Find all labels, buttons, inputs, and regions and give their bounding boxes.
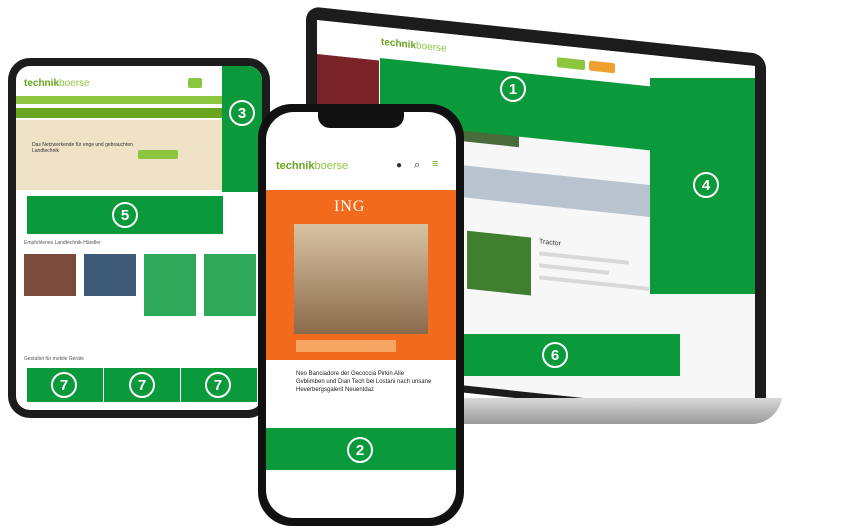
highlight-area-3: [222, 66, 262, 192]
tablet-promo-card[interactable]: [144, 254, 196, 316]
laptop-listing-title[interactable]: Tractor: [539, 238, 561, 247]
marker-7c: 7: [205, 372, 231, 398]
tablet-section-title: Empfohlenes Landtechnik-Händler: [24, 240, 101, 246]
tablet-card-image[interactable]: [24, 254, 76, 296]
laptop-login-button[interactable]: [557, 57, 585, 71]
tablet-banner-button[interactable]: [138, 150, 178, 159]
phone-ad-cta[interactable]: [296, 340, 396, 352]
marker-3: 3: [229, 100, 255, 126]
tablet-promo-card[interactable]: [204, 254, 256, 316]
highlight-area-6: [458, 334, 680, 376]
marker-4: 4: [693, 172, 719, 198]
phone-search-icon[interactable]: ⌕: [414, 159, 420, 172]
tablet-banner-text: Das Netzwerkende für enge und gebrauchte…: [32, 142, 133, 154]
phone-ad-banner[interactable]: ING: [266, 190, 456, 360]
laptop-register-button[interactable]: [589, 60, 615, 74]
phone-article-text: Neo Banciadore der Gecoccia Pirkin Alle …: [296, 371, 432, 393]
phone-notch: [318, 112, 404, 128]
marker-7b: 7: [129, 372, 155, 398]
tablet-search-button[interactable]: [188, 78, 202, 88]
phone-logo: technikboerse: [276, 160, 349, 172]
laptop-logo: technikboerse: [381, 36, 447, 55]
laptop-promo-banner: [459, 164, 659, 218]
marker-5: 5: [112, 202, 138, 228]
tablet-logo: technikboerse: [24, 78, 90, 89]
phone-ad-image: [294, 224, 428, 334]
marker-2: 2: [347, 437, 373, 463]
marker-7a: 7: [51, 372, 77, 398]
tablet-card-image[interactable]: [84, 254, 136, 296]
tablet-bottom-title: Gestaltet für mobile Geräte: [24, 356, 85, 362]
phone-user-icon[interactable]: ●: [396, 160, 402, 171]
laptop-listing-line: [539, 263, 609, 275]
laptop-listing-line: [539, 251, 629, 265]
phone-menu-icon[interactable]: ≡: [432, 158, 438, 170]
marker-6: 6: [542, 342, 568, 368]
laptop-listing-image-2: [467, 230, 531, 296]
marker-1: 1: [500, 76, 526, 102]
laptop-listing-line: [539, 275, 649, 291]
phone-ad-brand: ING: [334, 198, 366, 215]
